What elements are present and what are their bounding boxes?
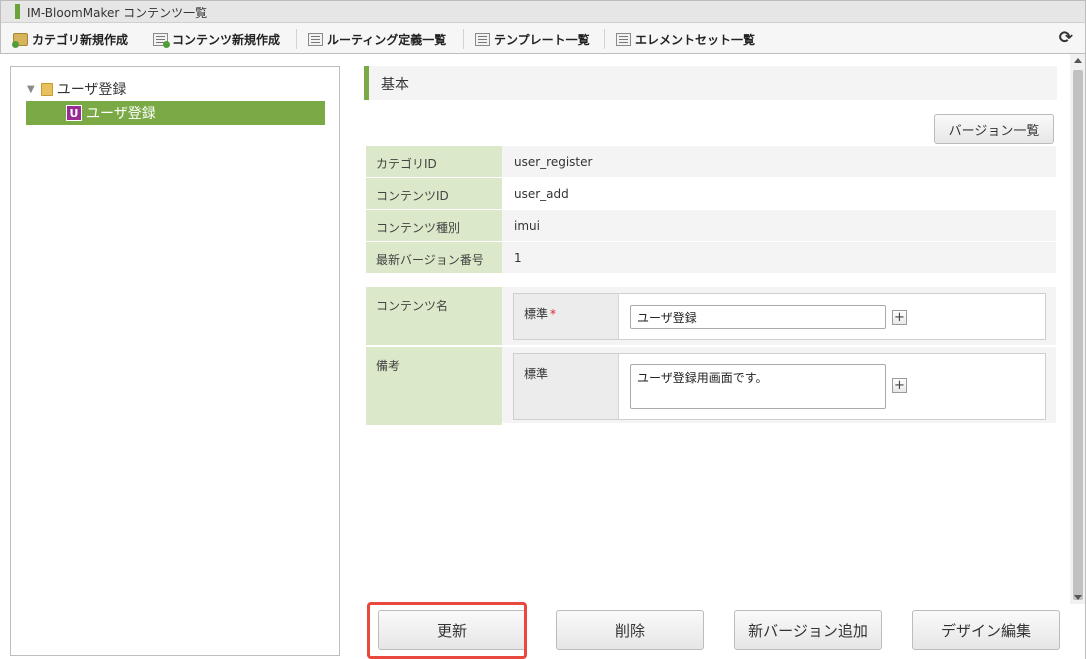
refresh-icon[interactable]: ⟳ (1059, 28, 1073, 48)
tree-node-root[interactable]: ▼ ユーザ登録 (27, 77, 126, 101)
info-row: カテゴリID user_register (366, 146, 1056, 178)
toolbar-divider (463, 29, 464, 49)
scroll-up-icon[interactable] (1074, 58, 1082, 63)
info-row: コンテンツID user_add (366, 178, 1056, 210)
add-locale-button[interactable]: + (892, 310, 907, 325)
info-value: imui (514, 219, 540, 233)
info-value: user_add (514, 187, 569, 201)
content-name-locale-box: 標準* + (513, 293, 1046, 340)
routing-list-button[interactable]: ルーティング定義一覧 (308, 30, 446, 48)
folder-icon (40, 82, 53, 96)
form-row-remarks: 備考 標準 ユーザ登録用画面です。 + (366, 347, 1056, 425)
version-list-button[interactable]: バージョン一覧 (934, 114, 1054, 144)
tree-child-label: ユーザ登録 (86, 106, 156, 122)
add-version-button[interactable]: 新バージョン追加 (734, 610, 882, 650)
element-set-list-button[interactable]: エレメントセット一覧 (616, 30, 755, 48)
section-header: 基本 (364, 66, 1057, 100)
expand-arrow-icon[interactable]: ▼ (27, 84, 35, 95)
info-row: コンテンツ種別 imui (366, 210, 1056, 242)
template-list-button[interactable]: テンプレート一覧 (475, 30, 590, 48)
window-title: IM-BloomMaker コンテンツ一覧 (27, 6, 208, 20)
locale-label: 標準 (514, 354, 619, 419)
vertical-scrollbar[interactable] (1070, 54, 1086, 604)
locale-label: 標準 * (514, 294, 619, 339)
tree-root-label: ユーザ登録 (56, 82, 127, 98)
scrollbar-thumb[interactable] (1073, 70, 1083, 600)
form-row-content-name: コンテンツ名 標準* + (366, 287, 1056, 347)
element-set-list-label: エレメントセット一覧 (635, 32, 756, 47)
remarks-label: 備考 (366, 347, 502, 425)
form-table: コンテンツ名 標準* + 備考 標準 ユーザ登録用画面です。 + (366, 287, 1056, 425)
locale-label-text: 標準 (524, 307, 549, 321)
document-add-icon (153, 32, 170, 48)
info-label: コンテンツ種別 (366, 210, 502, 241)
list-icon (475, 32, 490, 46)
required-mark: * (550, 307, 557, 321)
info-label: 最新バージョン番号 (366, 242, 502, 273)
create-content-label: コンテンツ新規作成 (172, 32, 281, 47)
create-category-button[interactable]: カテゴリ新規作成 (12, 30, 129, 48)
toolbar-divider (604, 29, 605, 49)
tree-node-selected[interactable]: U ユーザ登録 (26, 101, 325, 125)
create-content-button[interactable]: コンテンツ新規作成 (153, 30, 280, 48)
create-category-label: カテゴリ新規作成 (32, 32, 129, 47)
locale-label-text: 標準 (524, 367, 549, 381)
info-table: カテゴリID user_register コンテンツID user_add コン… (366, 146, 1056, 274)
add-locale-button[interactable]: + (892, 378, 907, 393)
info-value: user_register (514, 155, 593, 169)
toolbar: カテゴリ新規作成 コンテンツ新規作成 ルーティング定義一覧 テンプレート一覧 エ… (0, 22, 1086, 54)
scroll-down-icon[interactable] (1074, 595, 1082, 600)
app-marker-icon (15, 4, 20, 19)
routing-list-label: ルーティング定義一覧 (327, 32, 447, 47)
list-icon (308, 32, 323, 46)
category-tree: ▼ ユーザ登録 U ユーザ登録 (10, 66, 340, 656)
toolbar-divider (296, 29, 297, 49)
remarks-locale-box: 標準 ユーザ登録用画面です。 + (513, 353, 1046, 420)
remarks-textarea[interactable]: ユーザ登録用画面です。 (630, 364, 886, 409)
info-row: 最新バージョン番号 1 (366, 242, 1056, 274)
section-title: 基本 (381, 77, 409, 93)
content-name-input[interactable] (630, 305, 886, 329)
window-titlebar: IM-BloomMaker コンテンツ一覧 (0, 0, 1086, 22)
list-icon (616, 32, 631, 46)
design-edit-button[interactable]: デザイン編集 (912, 610, 1060, 650)
content-name-label: コンテンツ名 (366, 287, 502, 345)
info-label: カテゴリID (366, 146, 502, 177)
info-label: コンテンツID (366, 178, 502, 209)
content-type-badge-icon: U (66, 105, 82, 121)
update-button[interactable]: 更新 (378, 610, 526, 650)
template-list-label: テンプレート一覧 (494, 32, 590, 47)
info-value: 1 (514, 251, 522, 265)
folder-add-icon (12, 32, 28, 48)
delete-button[interactable]: 削除 (556, 610, 704, 650)
